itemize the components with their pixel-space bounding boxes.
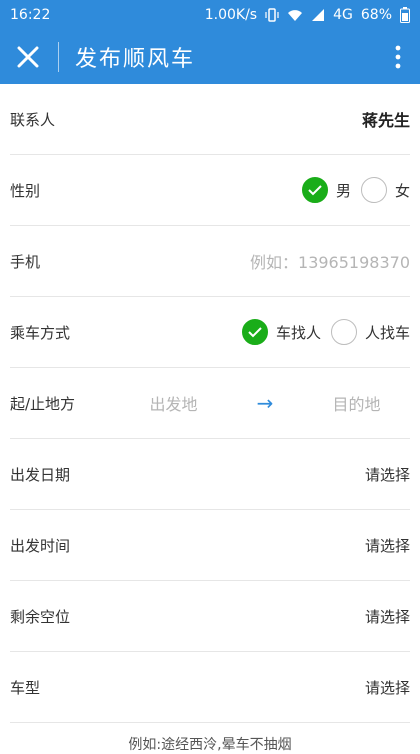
gender-radio-group: 男 女	[301, 177, 410, 203]
app-bar: 发布顺风车	[0, 30, 420, 84]
car-type-select[interactable]: 请选择	[365, 677, 410, 698]
seats-row[interactable]: 剩余空位 请选择	[10, 581, 410, 652]
contact-row[interactable]: 联系人 蒋先生	[10, 84, 410, 155]
car-type-label: 车型	[10, 678, 41, 697]
gender-option-label: 男	[335, 181, 351, 200]
battery-icon	[400, 7, 410, 23]
contact-label: 联系人	[10, 110, 56, 129]
route-label: 起/止地方	[10, 394, 76, 413]
gender-option-female[interactable]: 女	[360, 177, 410, 203]
seats-label: 剩余空位	[10, 607, 71, 626]
origin-input[interactable]: 出发地	[150, 391, 198, 415]
battery-level: 68%	[360, 7, 392, 23]
car-type-row[interactable]: 车型 请选择	[10, 652, 410, 723]
ride-mode-radio-group: 车找人 人找车	[241, 319, 410, 345]
departure-time-select[interactable]: 请选择	[365, 535, 410, 556]
gender-label: 性别	[10, 181, 41, 200]
ride-mode-row: 乘车方式 车找人 人找车	[10, 297, 410, 368]
phone-row[interactable]: 手机 例如：13965198370	[10, 226, 410, 297]
ride-form: 联系人 蒋先生 性别 男 女 手机 例如：13965198370 乘车方式 车找…	[0, 84, 420, 723]
ride-option-label: 车找人	[275, 323, 321, 342]
radio-checked-icon[interactable]	[241, 319, 268, 345]
route-fields: 出发地 → 目的地	[120, 391, 410, 415]
page-title: 发布顺风车	[75, 47, 196, 72]
ride-mode-label: 乘车方式	[10, 323, 71, 342]
destination-input[interactable]: 目的地	[332, 391, 380, 415]
gender-option-male[interactable]: 男	[301, 177, 351, 203]
app-bar-divider	[58, 42, 59, 72]
status-bar: 16:22 1.00K/s 4G 68%	[0, 0, 420, 30]
remarks-hint: 例如:途经西泠,晕车不抽烟	[128, 737, 292, 753]
phone-label: 手机	[10, 252, 41, 271]
departure-date-label: 出发日期	[10, 465, 71, 484]
close-icon	[17, 46, 39, 68]
ride-option-car-seeks-passenger[interactable]: 车找人	[241, 319, 321, 345]
more-vert-icon	[395, 45, 401, 69]
departure-date-select[interactable]: 请选择	[365, 464, 410, 485]
wifi-icon	[287, 8, 303, 22]
vibrate-icon	[265, 8, 279, 22]
departure-date-row[interactable]: 出发日期 请选择	[10, 439, 410, 510]
route-row: 起/止地方 出发地 → 目的地	[10, 368, 410, 439]
radio-unchecked-icon[interactable]	[360, 177, 387, 203]
status-right: 1.00K/s 4G 68%	[205, 7, 410, 23]
signal-icon	[311, 8, 325, 22]
gender-row: 性别 男 女	[10, 155, 410, 226]
seats-select[interactable]: 请选择	[365, 606, 410, 627]
departure-time-label: 出发时间	[10, 536, 71, 555]
ride-option-label: 人找车	[364, 323, 410, 342]
network-speed: 1.00K/s	[204, 7, 258, 23]
radio-unchecked-icon[interactable]	[330, 319, 357, 345]
phone-input[interactable]: 例如：13965198370	[250, 249, 410, 273]
arrow-right-icon: →	[256, 391, 274, 415]
more-menu-button[interactable]	[386, 30, 410, 84]
contact-value[interactable]: 蒋先生	[362, 107, 410, 131]
radio-checked-icon[interactable]	[301, 177, 328, 203]
close-button[interactable]	[0, 30, 56, 84]
ride-option-passenger-seeks-car[interactable]: 人找车	[330, 319, 410, 345]
status-time: 16:22	[10, 7, 51, 23]
network-type: 4G	[333, 7, 353, 23]
gender-option-label: 女	[394, 181, 410, 200]
departure-time-row[interactable]: 出发时间 请选择	[10, 510, 410, 581]
